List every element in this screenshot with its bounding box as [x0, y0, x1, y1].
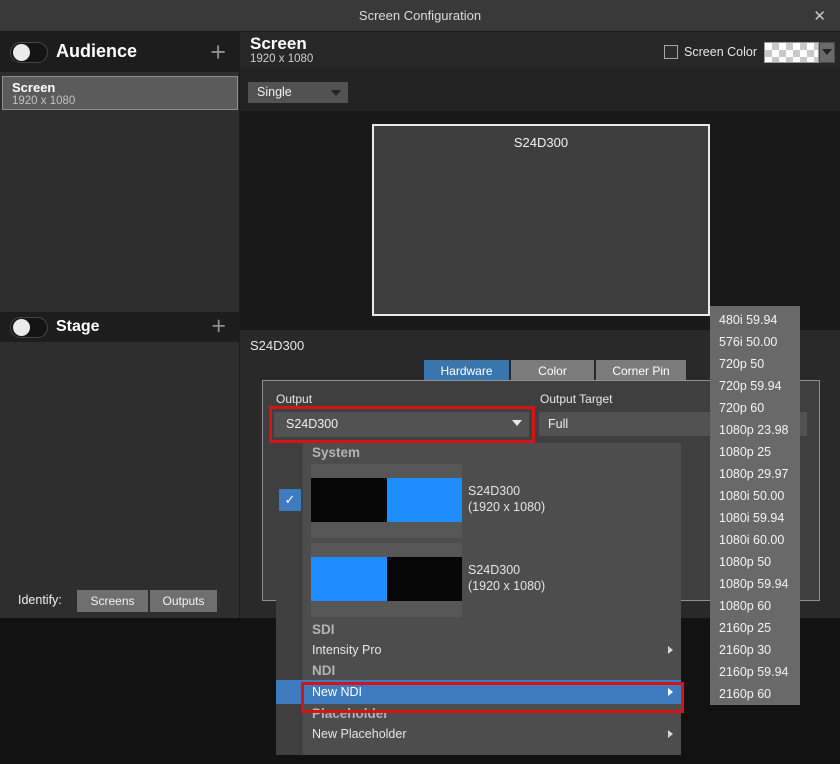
add-audience-screen-icon[interactable]: + [210, 39, 226, 66]
audience-section-header: Audience + [0, 32, 240, 72]
menu-item-label: New Placeholder [312, 727, 407, 741]
screen-color-swatch[interactable] [764, 42, 819, 63]
resolution-menu-item[interactable]: 720p 60 [710, 397, 800, 419]
monitor-blue [311, 557, 387, 601]
screen-configuration-window: Screen Configuration ✕ Audience + Screen… [0, 0, 840, 764]
stage-section-header: Stage + [0, 312, 240, 342]
display-option-resolution: (1920 x 1080) [468, 578, 545, 594]
sidebar-item-screen[interactable]: Screen 1920 x 1080 [2, 76, 238, 110]
output-menu-section-header-system: System [303, 443, 681, 462]
display-option-name: S24D300 [468, 483, 545, 499]
screen-color-dropdown-button[interactable] [819, 42, 835, 63]
screen-color-checkbox[interactable] [664, 45, 678, 59]
stage-toggle[interactable] [10, 317, 48, 338]
identify-label: Identify: [18, 593, 62, 607]
screen-item-name: Screen [12, 80, 237, 95]
screen-item-resolution: 1920 x 1080 [12, 95, 237, 107]
output-menu-section-header-ndi: NDI [303, 661, 681, 680]
display-thumbnail-monitors [311, 557, 462, 601]
resolution-menu: 480i 59.94576i 50.00720p 50720p 59.94720… [710, 306, 800, 705]
window-title: Screen Configuration [0, 8, 840, 23]
resolution-menu-item[interactable]: 2160p 60 [710, 683, 800, 705]
resolution-menu-item[interactable]: 1080p 59.94 [710, 573, 800, 595]
screen-title: Screen [250, 34, 307, 54]
output-target-dropdown-value: Full [548, 417, 568, 431]
monitor-blue [387, 478, 463, 522]
output-menu-item-intensity-pro[interactable]: Intensity Pro [276, 639, 681, 661]
display-option-resolution: (1920 x 1080) [468, 499, 545, 515]
resolution-menu-item[interactable]: 1080i 59.94 [710, 507, 800, 529]
output-menu-display-option[interactable]: ✓S24D300(1920 x 1080) [303, 462, 681, 541]
tab-color[interactable]: Color [511, 360, 594, 382]
display-thumbnail [311, 464, 462, 538]
monitor-black [387, 557, 463, 601]
display-option-label: S24D300(1920 x 1080) [468, 562, 545, 594]
layout-toolbar: Single [240, 68, 840, 111]
resolution-menu-item[interactable]: 2160p 25 [710, 617, 800, 639]
resolution-menu-item[interactable]: 2160p 30 [710, 639, 800, 661]
submenu-arrow-icon [668, 646, 673, 654]
resolution-menu-item[interactable]: 1080i 50.00 [710, 485, 800, 507]
output-section-title: S24D300 [250, 338, 304, 353]
chevron-down-icon [331, 90, 341, 96]
display-thumbnail-monitors [311, 478, 462, 522]
check-icon: ✓ [279, 489, 301, 511]
submenu-arrow-icon [668, 730, 673, 738]
audience-toggle[interactable] [10, 42, 48, 63]
audience-label: Audience [56, 41, 137, 62]
output-target-field-label: Output Target [540, 392, 613, 406]
resolution-menu-item[interactable]: 1080i 60.00 [710, 529, 800, 551]
stage-label: Stage [56, 318, 100, 336]
output-menu-section-header-sdi: SDI [303, 620, 681, 639]
highlight-box-new-ndi [301, 682, 684, 713]
resolution-menu-item[interactable]: 480i 59.94 [710, 309, 800, 331]
resolution-menu-item[interactable]: 1080p 25 [710, 441, 800, 463]
title-bar: Screen Configuration ✕ [0, 0, 840, 32]
screen-header: Screen 1920 x 1080 Screen Color [240, 32, 840, 68]
screen-resolution: 1920 x 1080 [250, 53, 313, 65]
display-option-label: S24D300(1920 x 1080) [468, 483, 545, 515]
resolution-menu-item[interactable]: 720p 50 [710, 353, 800, 375]
resolution-menu-item[interactable]: 1080p 29.97 [710, 463, 800, 485]
identify-screens-button[interactable]: Screens [77, 590, 148, 612]
resolution-menu-item[interactable]: 1080p 60 [710, 595, 800, 617]
identify-row: Identify: Screens Outputs [0, 588, 240, 614]
display-option-name: S24D300 [468, 562, 545, 578]
menu-item-label: Intensity Pro [312, 643, 381, 657]
add-stage-screen-icon[interactable]: + [211, 314, 226, 339]
screen-color-label: Screen Color [684, 45, 757, 59]
resolution-menu-item[interactable]: 1080p 23.98 [710, 419, 800, 441]
screen-preview[interactable]: S24D300 [372, 124, 710, 316]
output-field-label: Output [276, 392, 312, 406]
output-menu-display-option[interactable]: S24D300(1920 x 1080) [303, 541, 681, 620]
highlight-box-output-dropdown [269, 406, 535, 443]
display-thumbnail [311, 543, 462, 617]
toggle-knob [13, 319, 30, 336]
screen-arrangement-canvas: S24D300 [240, 111, 840, 330]
monitor-black [311, 478, 387, 522]
resolution-menu-item[interactable]: 1080p 50 [710, 551, 800, 573]
layout-dropdown[interactable]: Single [248, 82, 348, 103]
chevron-down-icon [822, 49, 832, 55]
tab-corner-pin[interactable]: Corner Pin [596, 360, 686, 382]
screen-color-control: Screen Color [664, 41, 835, 63]
output-menu-item-new-placeholder[interactable]: New Placeholder [276, 723, 681, 745]
resolution-menu-item[interactable]: 576i 50.00 [710, 331, 800, 353]
resolution-menu-item[interactable]: 720p 59.94 [710, 375, 800, 397]
sidebar: Audience + Screen 1920 x 1080 Stage + Id… [0, 32, 240, 618]
close-icon[interactable]: ✕ [813, 7, 826, 25]
screen-preview-label: S24D300 [374, 135, 708, 150]
toggle-knob [13, 44, 30, 61]
tab-hardware[interactable]: Hardware [424, 360, 509, 382]
resolution-menu-item[interactable]: 2160p 59.94 [710, 661, 800, 683]
identify-outputs-button[interactable]: Outputs [150, 590, 217, 612]
layout-dropdown-value: Single [257, 85, 292, 99]
